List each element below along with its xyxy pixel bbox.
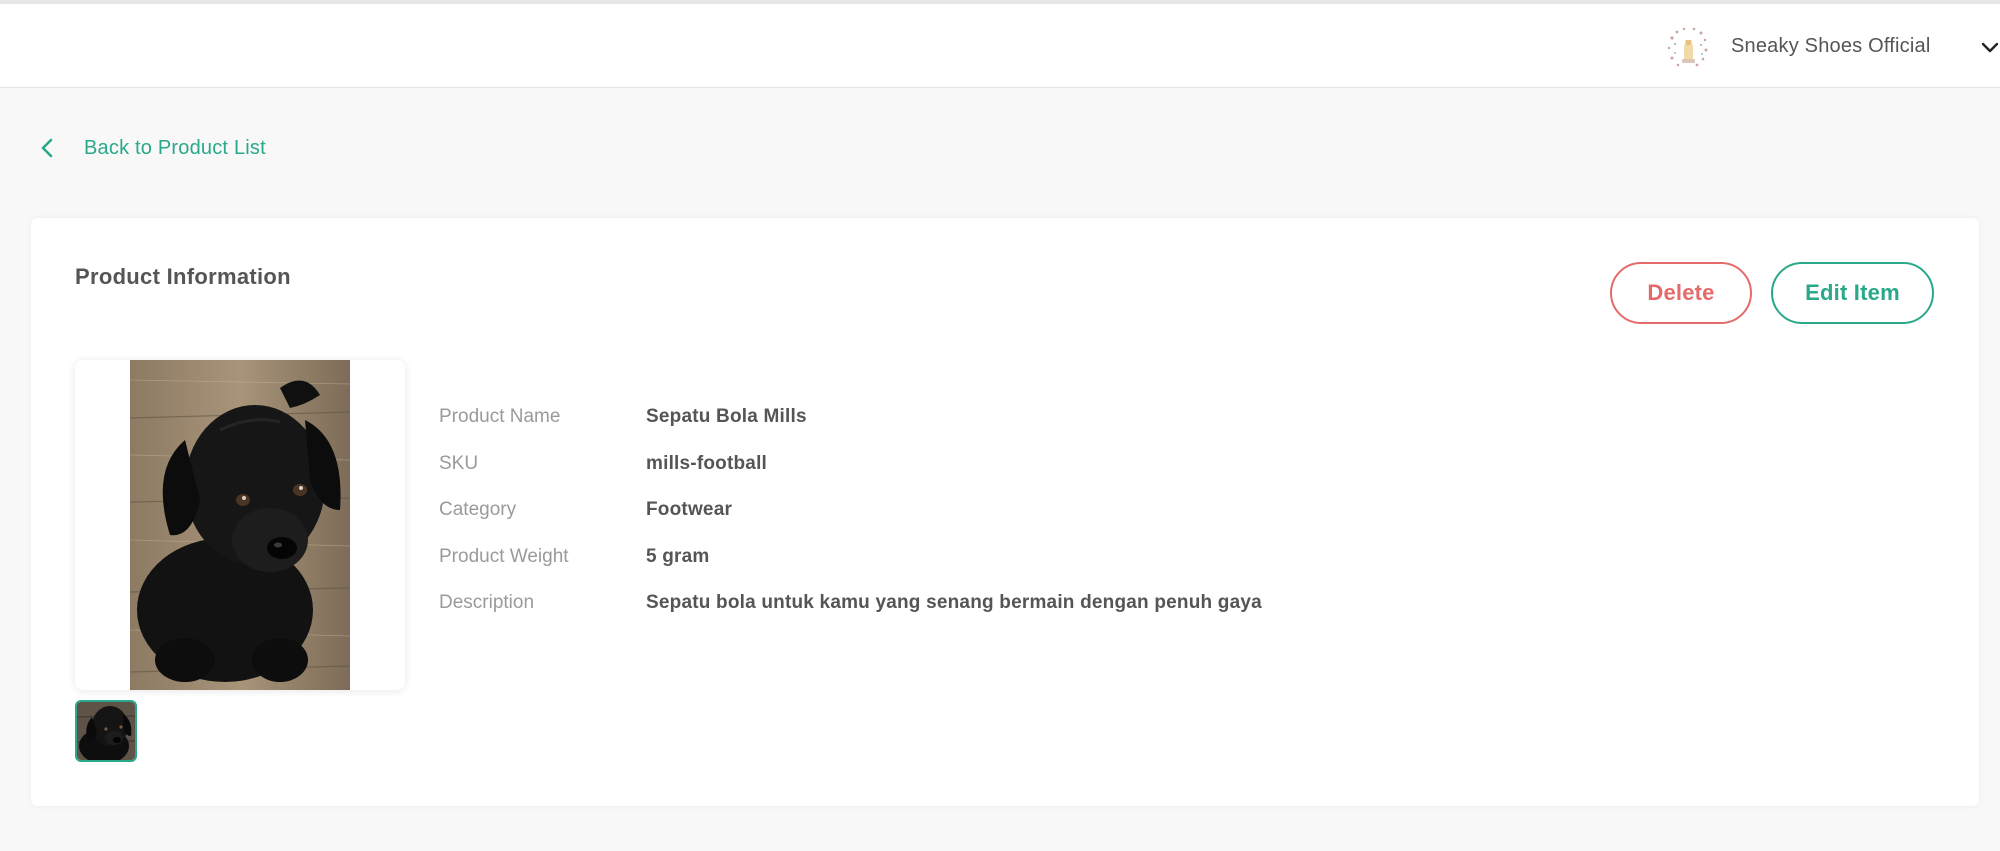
product-photo bbox=[130, 360, 350, 690]
info-row-category: Category Footwear bbox=[439, 496, 732, 524]
thumbnail-photo bbox=[77, 702, 135, 760]
product-name-value: Sepatu Bola Mills bbox=[646, 406, 807, 427]
info-row-sku: SKU mills-football bbox=[439, 450, 767, 478]
back-link-label: Back to Product List bbox=[84, 136, 266, 159]
chevron-left-icon bbox=[41, 138, 53, 158]
chevron-down-icon[interactable] bbox=[1980, 38, 2000, 58]
shop-name[interactable]: Sneaky Shoes Official bbox=[1731, 35, 1931, 58]
info-row-product-weight: Product Weight 5 gram bbox=[439, 543, 710, 571]
product-image-frame bbox=[75, 360, 405, 690]
edit-item-button[interactable]: Edit Item bbox=[1771, 262, 1934, 324]
info-row-description: Description Sepatu bola untuk kamu yang … bbox=[439, 589, 1262, 617]
product-name-label: Product Name bbox=[439, 406, 561, 427]
product-weight-value: 5 gram bbox=[646, 546, 710, 567]
product-information-card: Product Information Delete Edit Item Pro… bbox=[31, 218, 1979, 806]
shop-avatar[interactable] bbox=[1664, 24, 1712, 72]
category-label: Category bbox=[439, 499, 517, 520]
product-thumbnail[interactable] bbox=[75, 700, 137, 762]
product-weight-label: Product Weight bbox=[439, 546, 569, 567]
shop-logo-icon bbox=[1665, 25, 1711, 71]
description-value: Sepatu bola untuk kamu yang senang berma… bbox=[646, 592, 1262, 613]
info-row-product-name: Product Name Sepatu Bola Mills bbox=[439, 403, 807, 431]
top-bar: Sneaky Shoes Official bbox=[0, 4, 2000, 88]
delete-button[interactable]: Delete bbox=[1610, 262, 1752, 324]
sku-value: mills-football bbox=[646, 453, 768, 474]
card-title: Product Information bbox=[75, 264, 291, 289]
back-to-product-list-link[interactable]: Back to Product List bbox=[38, 133, 266, 163]
category-value: Footwear bbox=[646, 499, 733, 520]
sku-label: SKU bbox=[439, 453, 479, 474]
description-label: Description bbox=[439, 592, 535, 613]
